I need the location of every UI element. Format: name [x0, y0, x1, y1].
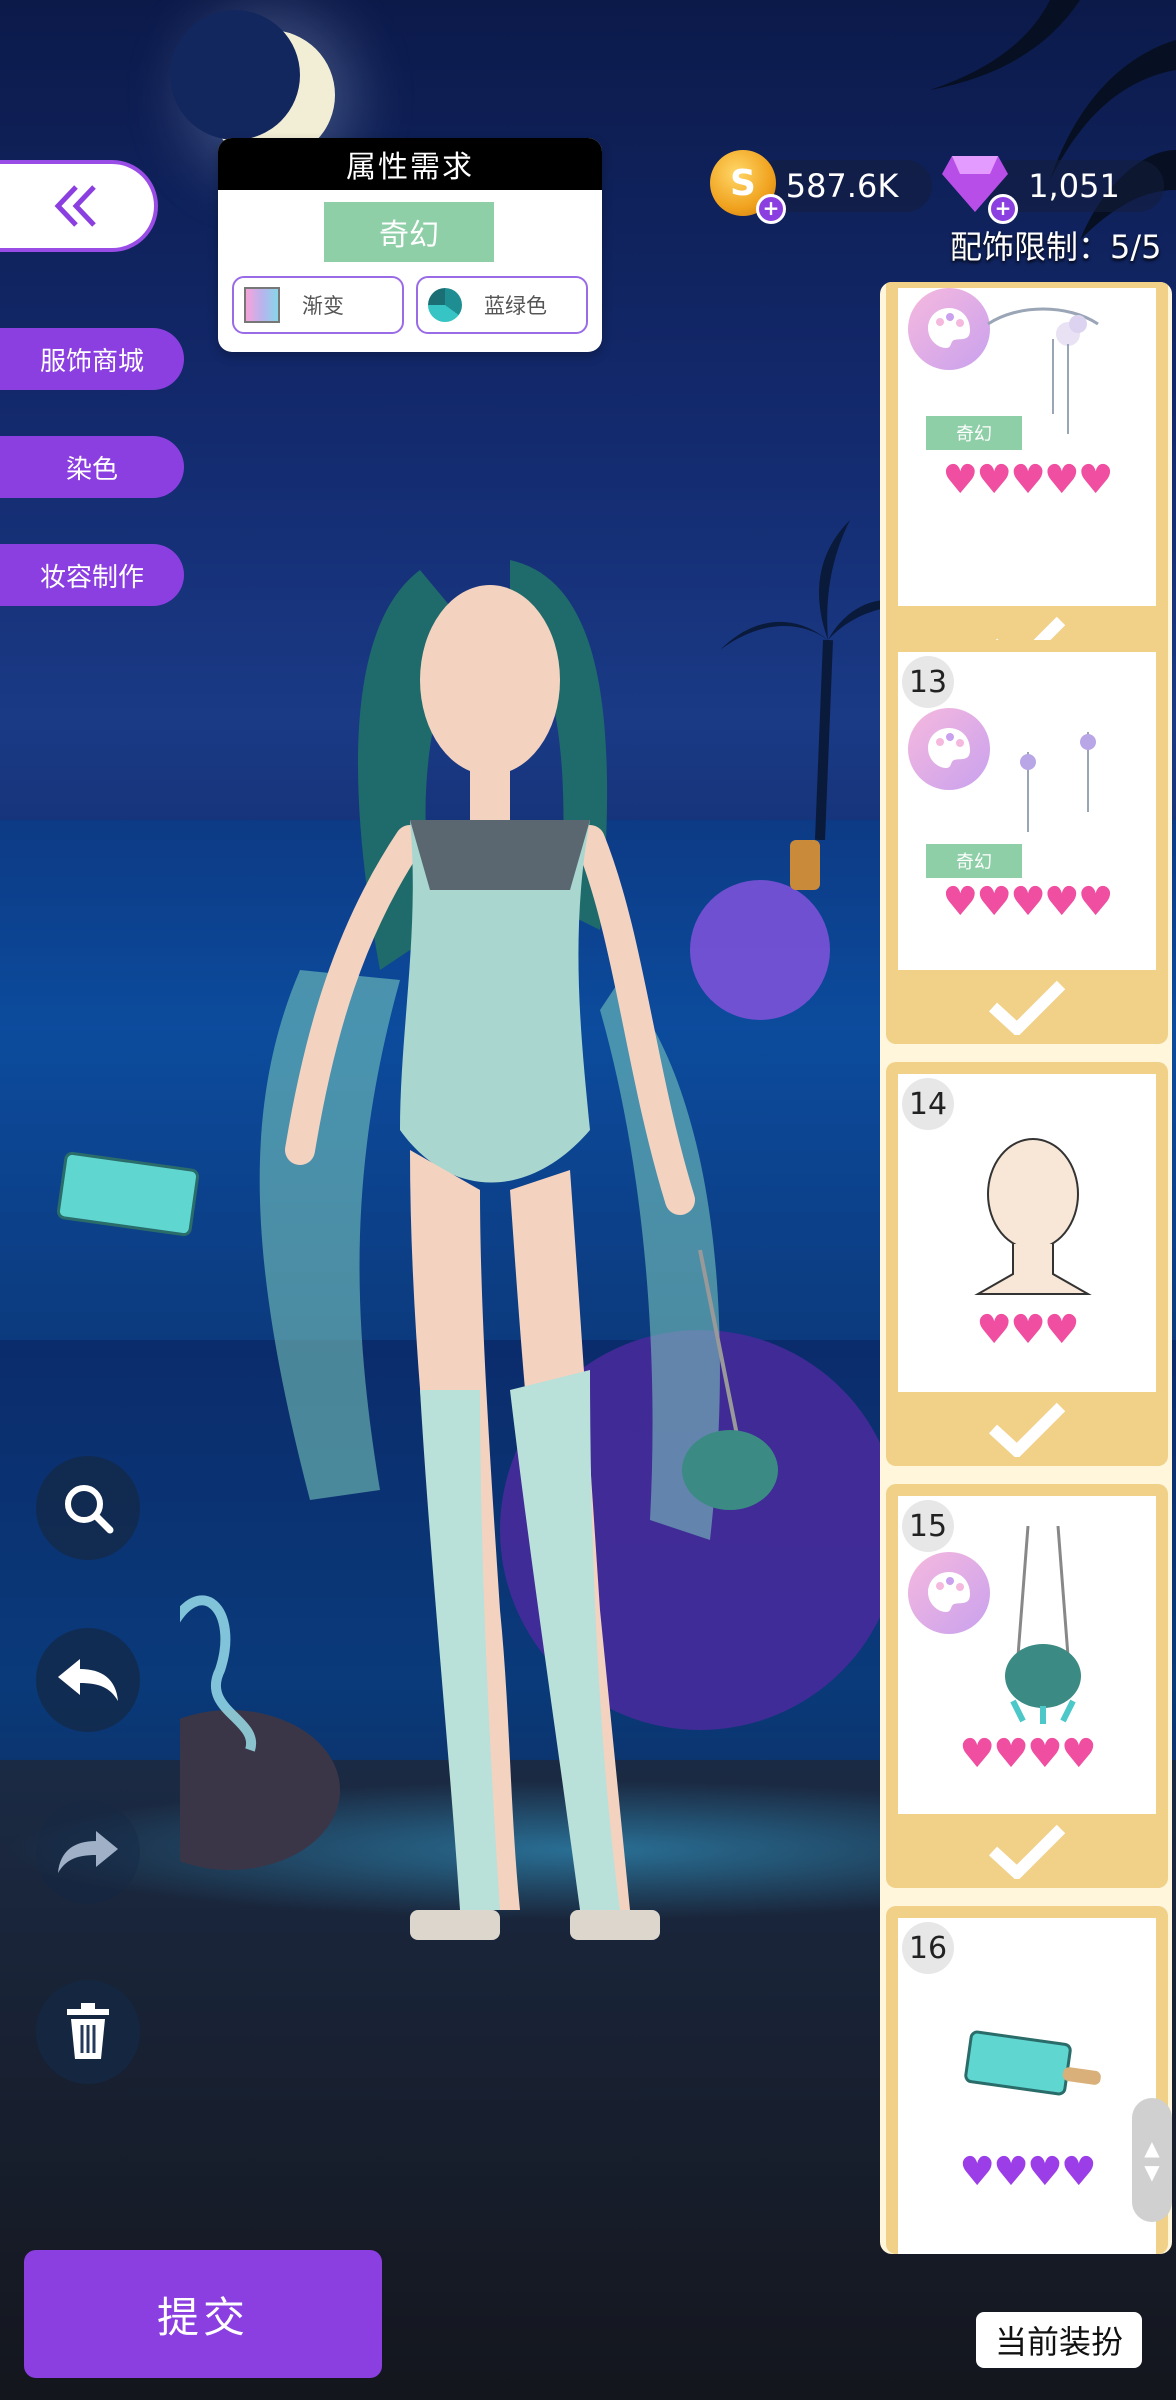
- popsicle-image: [964, 2030, 1101, 2096]
- clothing-shop-button[interactable]: 服饰商城: [0, 328, 184, 390]
- dye-button[interactable]: 染色: [0, 436, 184, 498]
- style-tag: 奇幻: [324, 202, 494, 262]
- chip-label: 渐变: [302, 294, 344, 318]
- gradient-chip: 渐变: [232, 276, 404, 334]
- trash-icon: [67, 2003, 109, 2059]
- delete-button[interactable]: [36, 1980, 140, 2084]
- chip-label: 蓝绿色: [484, 294, 547, 318]
- magnifier-icon: [65, 1485, 114, 1534]
- rating-hearts: ♥♥♥♥: [959, 2149, 1096, 2195]
- item-card[interactable]: 16 ♥♥♥♥: [886, 1906, 1168, 2254]
- back-button[interactable]: [0, 160, 158, 252]
- redo-icon: [58, 1831, 118, 1873]
- item-number: 16: [902, 1922, 954, 1974]
- undo-icon: [58, 1659, 118, 1701]
- undo-button[interactable]: [36, 1628, 140, 1732]
- requirement-title: 属性需求: [218, 138, 602, 190]
- checkmark-icon: [886, 1814, 1168, 1888]
- add-coins-icon[interactable]: +: [756, 194, 786, 224]
- attribute-tag: 奇幻: [926, 416, 1022, 450]
- gradient-swatch-icon: [244, 287, 280, 323]
- pouch-bag-image: [1005, 1526, 1081, 1724]
- coin-amount: 587.6K: [785, 167, 899, 205]
- teal-chip: 蓝绿色: [416, 276, 588, 334]
- teal-swatch-icon: [428, 288, 462, 322]
- makeup-button[interactable]: 妆容制作: [0, 544, 184, 606]
- item-card[interactable]: 奇幻 ♥♥♥♥♥: [886, 282, 1168, 680]
- checkmark-icon: [886, 970, 1168, 1044]
- earrings-image: [1020, 732, 1096, 832]
- palette-icon[interactable]: [908, 1552, 990, 1634]
- redo-button[interactable]: [36, 1800, 140, 1904]
- palette-icon[interactable]: [908, 708, 990, 790]
- item-card[interactable]: 14 ♥♥♥: [886, 1062, 1168, 1466]
- double-chevron-left-icon: [54, 185, 96, 227]
- item-card[interactable]: 奇幻 ♥♥♥♥♥ 13: [886, 640, 1168, 1044]
- bald-head-image: [974, 1138, 1092, 1295]
- submit-button[interactable]: 提交: [24, 2250, 382, 2378]
- character-illustration: [180, 560, 880, 1940]
- item-number: 13: [902, 656, 954, 708]
- item-number: 14: [902, 1078, 954, 1130]
- rating-hearts: ♥♥♥♥: [959, 1731, 1096, 1777]
- rating-hearts: ♥♥♥♥♥: [942, 457, 1113, 503]
- rating-hearts: ♥♥♥♥♥: [942, 879, 1113, 925]
- item-number: 15: [902, 1500, 954, 1552]
- checkmark-icon: [886, 1392, 1168, 1466]
- zoom-button[interactable]: [36, 1456, 140, 1560]
- scroll-handle[interactable]: ▲ ▼: [1132, 2098, 1172, 2222]
- current-outfit-button[interactable]: 当前装扮: [976, 2312, 1142, 2368]
- accessory-limit: 配饰限制：5/5: [950, 228, 1162, 266]
- gem-amount: 1,051: [1028, 167, 1120, 205]
- add-gems-icon[interactable]: +: [988, 194, 1018, 224]
- item-card[interactable]: 15 ♥♥♥♥: [886, 1484, 1168, 1888]
- rating-hearts: ♥♥♥: [976, 1307, 1080, 1353]
- item-list[interactable]: 奇幻 ♥♥♥♥♥ 奇幻 ♥♥♥♥♥ 13 14 ♥♥♥ 15 ♥♥♥♥ 16 ♥…: [880, 282, 1172, 2254]
- popsicle-accessory: [55, 1150, 201, 1238]
- attribute-tag: 奇幻: [926, 844, 1022, 878]
- requirement-panel: 属性需求 奇幻 渐变 蓝绿色: [218, 138, 602, 352]
